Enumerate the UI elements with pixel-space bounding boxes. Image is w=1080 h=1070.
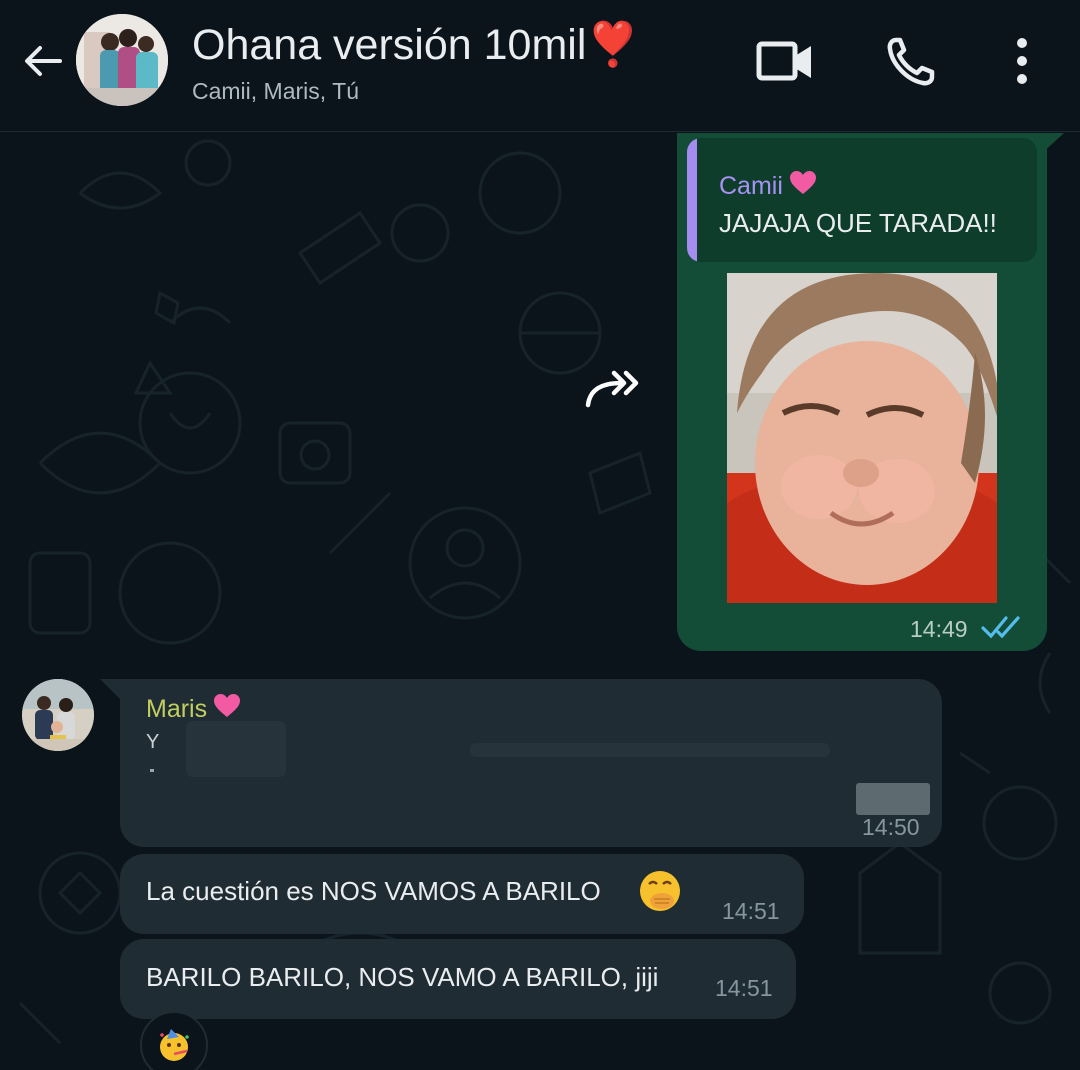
quoted-sender: Camii: [719, 170, 817, 201]
chat-title[interactable]: Ohana versión 10mil❣️: [192, 20, 640, 70]
message-text-fragment: Y: [146, 731, 160, 753]
video-call-icon[interactable]: [755, 34, 815, 90]
bubble-tail: [1040, 133, 1064, 155]
chat-header: Ohana versión 10mil❣️ Camii, Maris, Tú: [0, 0, 1080, 132]
quoted-text: JAJAJA QUE TARADA!!: [719, 208, 997, 238]
hand-over-mouth-emoji-icon: [640, 871, 680, 911]
pink-heart-icon: [789, 171, 816, 194]
back-arrow-icon[interactable]: [18, 36, 68, 86]
chat-members[interactable]: Camii, Maris, Tú: [192, 78, 359, 105]
sender-avatar[interactable]: [22, 679, 94, 751]
message-photo[interactable]: [727, 273, 997, 603]
sender-name[interactable]: Maris: [146, 693, 241, 724]
pink-heart-icon: [214, 694, 241, 717]
message-list[interactable]: Camii JAJAJA QUE TARADA!! 14:49 Maris Y …: [0, 133, 1080, 1070]
message-time: 14:51: [715, 975, 773, 1001]
more-options-icon[interactable]: [992, 34, 1052, 90]
message-time: 14:50: [862, 814, 920, 840]
read-receipt-icon: [981, 616, 1020, 639]
message-reaction[interactable]: [140, 1011, 208, 1070]
forward-icon[interactable]: [582, 365, 642, 415]
quote-accent-bar: [687, 138, 697, 262]
redacted-text: [186, 721, 286, 777]
quoted-message[interactable]: Camii JAJAJA QUE TARADA!!: [687, 138, 1037, 262]
message-time: 14:49: [910, 616, 968, 642]
redacted-text: [470, 743, 830, 757]
redacted-block: [856, 783, 930, 815]
message-time: 14:51: [722, 898, 780, 924]
message-text: BARILO BARILO, NOS VAMO A BARILO, jiji: [146, 962, 659, 992]
group-avatar[interactable]: [76, 14, 168, 106]
partying-face-emoji-icon: [160, 1029, 189, 1061]
voice-call-icon[interactable]: [882, 34, 942, 90]
message-text: La cuestión es NOS VAMOS A BARILO: [146, 876, 601, 906]
redaction-speck: [150, 769, 154, 772]
bubble-tail: [100, 679, 122, 701]
